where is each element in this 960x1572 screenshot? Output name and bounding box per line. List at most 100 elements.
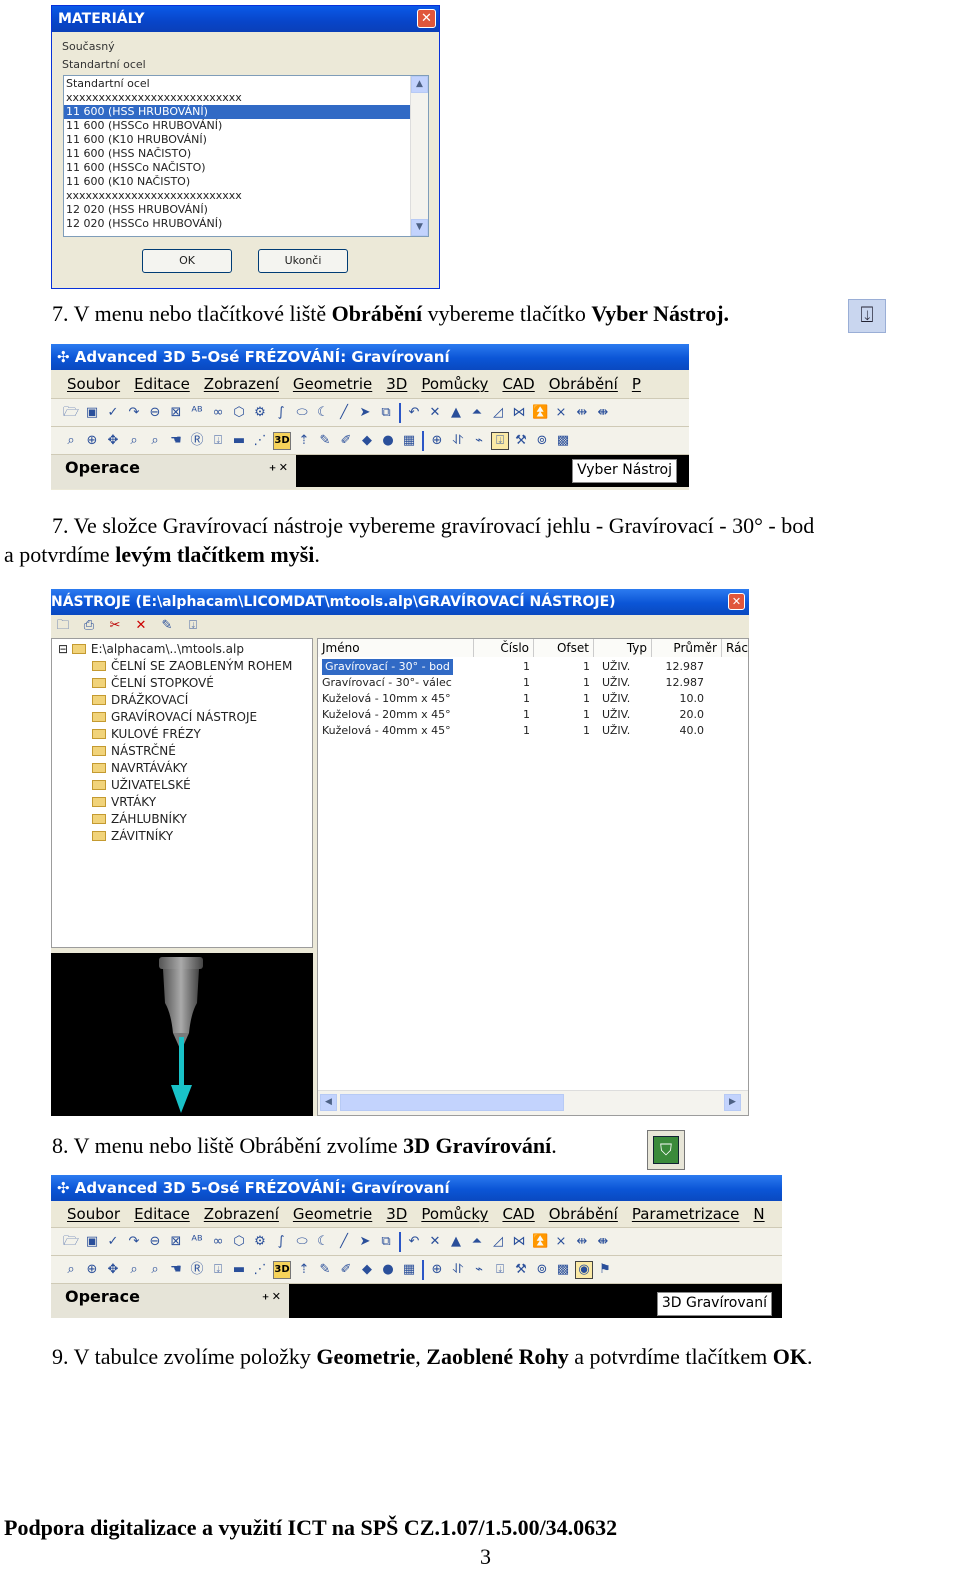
zoom-icon[interactable]: ⌕	[63, 433, 79, 449]
zoom-all-icon[interactable]: ⌕	[147, 433, 163, 449]
material-item[interactable]: 12 020 (HSS HRUBOVÁNÍ)	[64, 203, 410, 217]
up2-icon[interactable]: ⏶	[469, 405, 485, 421]
material-item[interactable]: xxxxxxxxxxxxxxxxxxxxxxxxxxx	[64, 189, 410, 203]
column-header[interactable]: Ofset	[534, 639, 594, 657]
menu-item[interactable]: Editace	[134, 1205, 190, 1223]
curve-icon[interactable]: ☾	[315, 1234, 331, 1250]
line-icon[interactable]: ╱	[336, 1234, 352, 1250]
curve-icon[interactable]: ☾	[315, 405, 331, 421]
mill-icon[interactable]: ⚒	[513, 433, 529, 449]
circle-icon[interactable]: ⊖	[147, 405, 163, 421]
close-icon[interactable]: ✕	[728, 593, 745, 610]
tool-cell[interactable]: 1	[534, 707, 590, 723]
hand-icon[interactable]: ☚	[168, 1262, 184, 1278]
3d-icon[interactable]: 3D	[273, 431, 291, 450]
undo-icon[interactable]: ↶	[406, 1234, 422, 1250]
tool-cell[interactable]: 1	[474, 691, 530, 707]
tree-folder[interactable]: KULOVÉ FRÉZY	[92, 726, 312, 743]
gear-icon[interactable]: ⚙	[252, 405, 268, 421]
operations-panel-2[interactable]: Operace ᚐ ✕	[51, 1284, 289, 1318]
pen-icon[interactable]: ✎	[317, 1262, 333, 1278]
sphere-icon[interactable]: ●	[380, 433, 396, 449]
ellipse-icon[interactable]: ⬭	[294, 1234, 310, 1250]
join-icon[interactable]: ⇼	[595, 1234, 611, 1250]
menu-item[interactable]: Pomůcky	[421, 1205, 488, 1223]
scroll-right-icon[interactable]: ▶	[724, 1094, 741, 1111]
line-icon[interactable]: ╱	[336, 405, 352, 421]
menu-item[interactable]: CAD	[502, 375, 534, 393]
folder-icon[interactable]: 🗀	[55, 618, 71, 634]
ellipse-icon[interactable]: ⬭	[294, 405, 310, 421]
tool-cell[interactable]: UŽIV.	[602, 723, 650, 739]
material-item[interactable]: 11 600 (HSSCo HRUBOVÁNÍ)	[64, 119, 410, 133]
tree-folder[interactable]: UŽIVATELSKÉ	[92, 777, 312, 794]
polygon-icon[interactable]: ⬡	[231, 1234, 247, 1250]
box-icon[interactable]: ⧉	[378, 405, 394, 421]
dots-icon[interactable]: ⋰	[252, 433, 268, 449]
tool-name-cell[interactable]: Gravírovací - 30°- válec	[322, 675, 472, 691]
pencil-icon[interactable]: ✐	[338, 1262, 354, 1278]
menu-item[interactable]: 3D	[386, 375, 407, 393]
circle-icon[interactable]: ⊖	[147, 1234, 163, 1250]
select-tool-icon[interactable]: ⍗	[491, 431, 509, 450]
select-icon[interactable]: ⍗	[210, 1262, 226, 1278]
tool-cell[interactable]: 12.987	[652, 659, 705, 675]
cross-icon[interactable]: ⨯	[553, 1234, 569, 1250]
material-item[interactable]: 11 600 (HSSCo NAČISTO)	[64, 161, 410, 175]
tool-cell[interactable]: UŽIV.	[602, 691, 650, 707]
open-folder-icon[interactable]: 🗁	[63, 405, 79, 421]
spline-icon[interactable]: ∫	[273, 1234, 289, 1250]
material-item[interactable]: 11 600 (K10 HRUBOVÁNÍ)	[64, 133, 410, 147]
zoom-all-icon[interactable]: ⌕	[147, 1262, 163, 1278]
tool-cell[interactable]: 1	[534, 675, 590, 691]
arc-icon[interactable]: ↷	[126, 1234, 142, 1250]
engrave-icon[interactable]: ◉	[575, 1260, 593, 1279]
cut-icon[interactable]: ✂	[107, 618, 123, 634]
up-icon[interactable]: ▲	[448, 405, 464, 421]
pin-close-icon[interactable]: ᚐ ✕	[270, 455, 288, 481]
move-up-icon[interactable]: ⏫	[532, 1234, 548, 1250]
text-icon[interactable]: ᴬᴮ	[189, 405, 205, 421]
tree-folder[interactable]: ČELNÍ STOPKOVÉ	[92, 675, 312, 692]
up-arrow-icon[interactable]: ⇡	[296, 1262, 312, 1278]
grid-icon[interactable]: ▦	[401, 1262, 417, 1278]
close-button[interactable]: Ukonči	[258, 249, 348, 273]
machine-icon[interactable]: ⊚	[534, 433, 550, 449]
machine-icon[interactable]: ⊚	[534, 1262, 550, 1278]
tool-list[interactable]: Jméno Číslo Ofset Typ Průměr Rác Gravírovací …	[317, 638, 749, 1116]
check-icon[interactable]: ✓	[105, 405, 121, 421]
tool-name-cell[interactable]: Gravírovací - 30° - bod	[322, 659, 453, 675]
material-item[interactable]: 11 600 (HSS NAČISTO)	[64, 147, 410, 161]
menu-item[interactable]: Obrábění	[549, 375, 618, 393]
tool-cell[interactable]: 20.0	[652, 707, 705, 723]
tool-icon[interactable]: ⌁	[471, 433, 487, 449]
scroll-down-icon[interactable]: ▼	[411, 219, 428, 236]
menu-item[interactable]: Soubor	[67, 375, 120, 393]
material-item[interactable]: Standartní ocel	[64, 77, 410, 91]
menu-item[interactable]: Parametrizace	[632, 1205, 740, 1223]
menu-item[interactable]: Editace	[134, 375, 190, 393]
check-icon[interactable]: ✓	[105, 1234, 121, 1250]
arrow-icon[interactable]: ➤	[357, 1234, 373, 1250]
tree-folder[interactable]: VRTÁKY	[92, 794, 312, 811]
zoom-in-icon[interactable]: ⊕	[84, 1262, 100, 1278]
materials-list[interactable]: Standartní ocel xxxxxxxxxxxxxxxxxxxxxxxxx…	[63, 75, 429, 237]
tree-folder[interactable]: ZÁHLUBNÍKY	[92, 811, 312, 828]
ok-button[interactable]: OK	[142, 249, 232, 273]
menu-item[interactable]: Zobrazení	[204, 375, 279, 393]
extend-icon[interactable]: ⇹	[574, 1234, 590, 1250]
move-up-icon[interactable]: ⏫	[532, 405, 548, 421]
column-header[interactable]: Číslo	[474, 639, 534, 657]
grid-icon[interactable]: ▦	[401, 433, 417, 449]
mill-icon[interactable]: ⚒	[513, 1262, 529, 1278]
material-item[interactable]: 12 020 (HSSCo HRUBOVÁNÍ)	[64, 217, 410, 231]
join-icon[interactable]: ⇼	[595, 405, 611, 421]
material-item[interactable]: 11 600 (HSS HRUBOVÁNÍ)	[64, 105, 410, 119]
zoom-in-icon[interactable]: ⊕	[84, 433, 100, 449]
tool-cell[interactable]: 40.0	[652, 723, 705, 739]
up-icon[interactable]: ▲	[448, 1234, 464, 1250]
scroll-left-icon[interactable]: ◀	[320, 1094, 337, 1111]
pan-icon[interactable]: ✥	[105, 433, 121, 449]
tool-cell[interactable]: 1	[474, 707, 530, 723]
tool-cell[interactable]: 10.0	[652, 691, 705, 707]
